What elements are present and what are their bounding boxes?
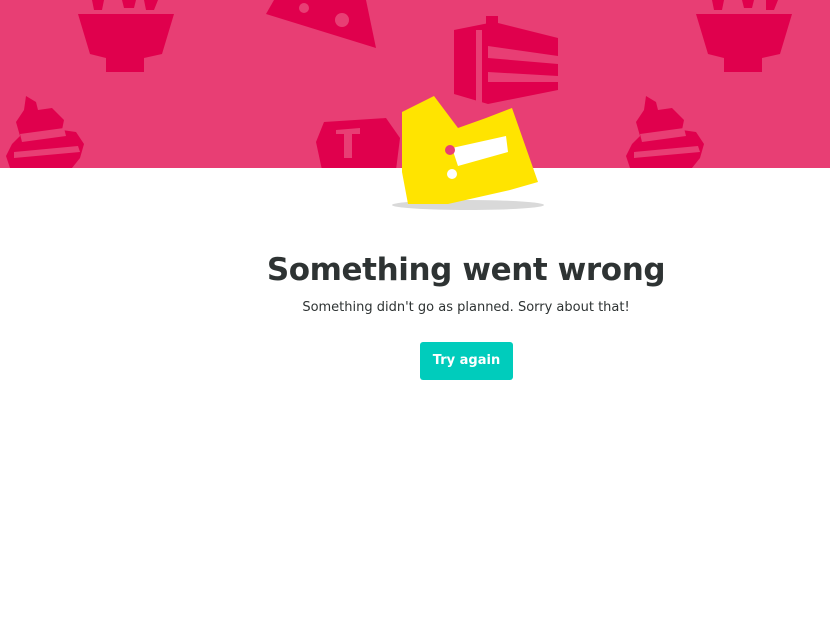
pie-slice-icon [266,0,376,48]
mascot-logo-icon [392,96,544,210]
bowl-icon [696,0,792,72]
try-again-button[interactable]: Try again [420,342,513,380]
ice-cream-icon [6,96,84,168]
ice-cream-icon [626,96,704,168]
error-message: Something didn't go as planned. Sorry ab… [302,300,630,315]
error-page: Something went wrong Something didn't go… [0,0,830,622]
error-title: Something went wrong [266,252,666,288]
bowl-icon [78,0,174,72]
